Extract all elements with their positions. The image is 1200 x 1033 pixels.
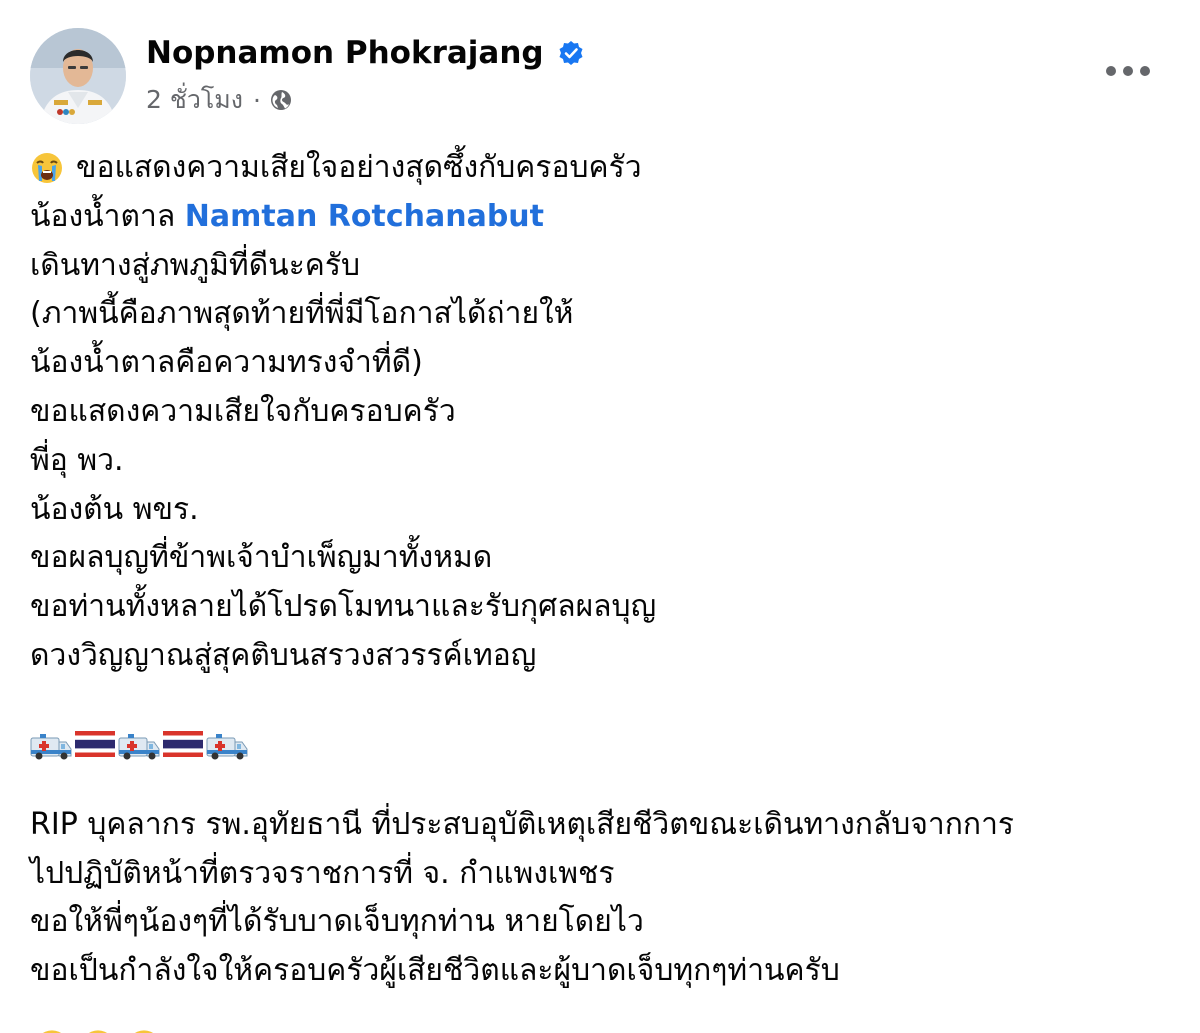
post-line: (ภาพนี้คือภาพสุดท้ายที่พี่มีโอกาสได้ถ่าย… (30, 296, 574, 332)
post-line: น้องน้ำตาล Namtan Rotchanabut (30, 193, 1170, 242)
author-avatar[interactable] (30, 28, 126, 124)
ambulance-icon (118, 726, 160, 764)
post-line: น้องต้น พขร. (30, 491, 199, 527)
post-line-prefix: น้องน้ำตาล (30, 198, 185, 234)
post-line: ขอเป็นกำลังใจให้ครอบครัวผู้เสียชีวิตและผ… (30, 953, 840, 989)
more-dot (1123, 66, 1133, 76)
crying-face-icon (76, 1028, 120, 1033)
ambulance-icon (206, 726, 248, 764)
closing-emoji-row (30, 1026, 1170, 1033)
post-line: ขอให้พี่ๆน้องๆที่ได้รับบาดเจ็บทุกท่าน หา… (30, 904, 644, 940)
post-line: น้องน้ำตาลคือความทรงจำที่ดี) (30, 345, 423, 381)
post-line: ขอท่านทั้งหลายได้โปรดโมทนาและรับกุศลผลบุ… (30, 589, 657, 625)
post-timestamp[interactable]: 2 ชั่วโมง (146, 80, 243, 120)
post-line: ขอแสดงความเสียใจกับครอบครัว (30, 393, 456, 429)
post-line: RIP บุคลากร รพ.อุทัยธานี ที่ประสบอุบัติเ… (30, 806, 1015, 842)
post-line: ขอผลบุญที่ข้าพเจ้าบำเพ็ญมาทั้งหมด (30, 540, 493, 576)
post-line: ไปปฏิบัติหน้าที่ตรวจราชการที่ จ. กำแพงเพ… (30, 855, 615, 891)
post-line: ดวงวิญญาณสู่สุคติบนสรวงสวรรค์เทอญ (30, 637, 537, 673)
facebook-post: Nopnamon Phokrajang 2 ชั่วโมง · ขอแสดงคว… (0, 0, 1200, 1033)
ambulance-icon (30, 726, 72, 764)
verified-badge-icon (558, 40, 584, 66)
more-options-button[interactable] (1106, 54, 1150, 88)
crying-face-icon (30, 1028, 74, 1033)
post-line: ขอแสดงความเสียใจอย่างสุดซึ้งกับครอบครัว (30, 144, 1170, 193)
emoji-row (30, 721, 1170, 769)
globe-icon[interactable] (269, 88, 293, 112)
mention-link[interactable]: Namtan Rotchanabut (185, 199, 544, 234)
more-dot (1140, 66, 1150, 76)
author-name[interactable]: Nopnamon Phokrajang (146, 35, 544, 71)
more-dot (1106, 66, 1116, 76)
avatar-image (30, 28, 126, 124)
thai-flag-icon (74, 726, 116, 764)
meta-separator: · (252, 85, 261, 115)
post-line: พี่อุ พว. (30, 442, 124, 478)
post-content: ขอแสดงความเสียใจอย่างสุดซึ้งกับครอบครัว … (30, 144, 1170, 1033)
thai-flag-icon (162, 726, 204, 764)
crying-face-icon (122, 1028, 166, 1033)
author-header: Nopnamon Phokrajang (146, 30, 584, 76)
post-line-text: ขอแสดงความเสียใจอย่างสุดซึ้งกับครอบครัว (76, 150, 642, 185)
post-line: เดินทางสู่ภพภูมิที่ดีนะครับ (30, 247, 361, 283)
post-meta: 2 ชั่วโมง · (146, 82, 293, 118)
